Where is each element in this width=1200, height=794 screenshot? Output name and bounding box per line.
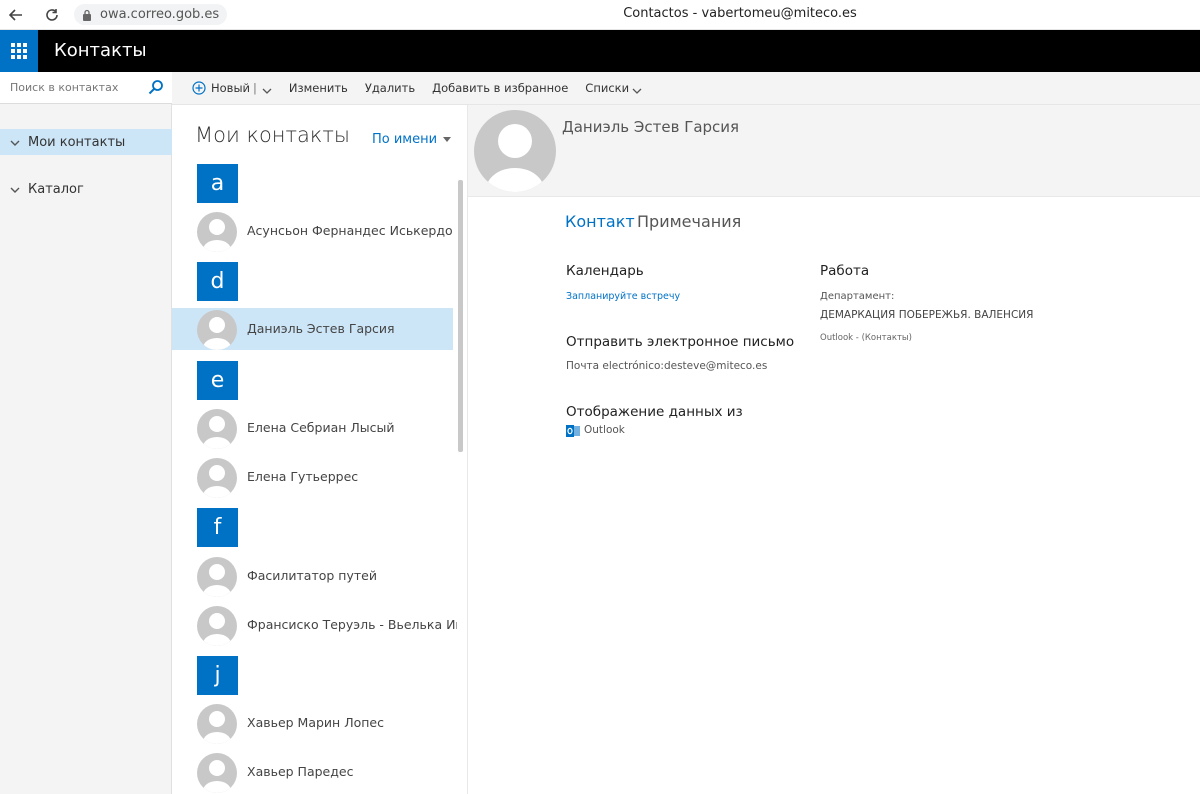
contact-name: Хавьер Марин Лопес <box>247 715 384 730</box>
contact-name: Фасилитатор путей <box>247 568 377 583</box>
letter-header-d[interactable]: d <box>197 262 238 301</box>
new-button-label: Новый <box>211 81 251 95</box>
source-note: Outlook - (Контакты) <box>820 333 912 343</box>
contact-name: Асунсьон Фернандес Иськердо <box>247 223 453 238</box>
sidebar: Мои контакты Каталог <box>0 72 172 794</box>
avatar <box>197 458 237 498</box>
app-title: Контакты <box>54 40 147 61</box>
add-to-favorites-button[interactable]: Добавить в избранное <box>432 81 568 95</box>
waffle-icon <box>11 43 27 59</box>
contact-name: Елена Гутьеррес <box>247 469 359 484</box>
avatar <box>197 753 237 793</box>
search-icon[interactable] <box>148 79 164 95</box>
sidebar-item-directory[interactable]: Каталог <box>0 176 172 202</box>
tab-contact[interactable]: Контакт <box>565 212 635 231</box>
letter-header-f[interactable]: f <box>197 508 238 547</box>
sidebar-item-my-contacts[interactable]: Мои контакты <box>0 129 172 155</box>
contact-name: Елена Себриан Лысый <box>247 420 395 435</box>
new-button[interactable]: Новый | <box>192 81 272 95</box>
contact-name: Хавьер Паредес <box>247 764 354 779</box>
edit-button[interactable]: Изменить <box>289 81 348 95</box>
tab-notes[interactable]: Примечания <box>637 212 741 231</box>
contact-row[interactable]: Фасилитатор путей <box>172 555 453 597</box>
search-input[interactable] <box>0 72 145 103</box>
avatar <box>197 310 237 350</box>
chevron-down-icon <box>10 137 20 147</box>
calendar-heading: Календарь <box>566 263 644 279</box>
avatar <box>197 409 237 449</box>
source-value: Outlook <box>584 424 625 436</box>
avatar <box>197 557 237 597</box>
contact-row[interactable]: Асунсьон Фернандес Иськердо <box>172 210 453 252</box>
letter-header-a[interactable]: a <box>197 164 238 203</box>
contact-name: Франсиско Теруэль - Вьелька Инже <box>247 617 457 632</box>
sidebar-item-label: Мои контакты <box>28 134 126 150</box>
schedule-meeting-link[interactable]: Запланируйте встречу <box>566 291 680 302</box>
chevron-down-icon <box>10 184 20 194</box>
list-scrollbar[interactable] <box>458 180 463 452</box>
avatar <box>197 704 237 744</box>
contact-row-selected[interactable]: Даниэль Эстев Гарсия <box>172 308 453 350</box>
contact-avatar-large <box>474 110 556 192</box>
department-value: ДЕМАРКАЦИЯ ПОБЕРЕЖЬЯ. ВАЛЕНСИЯ <box>820 309 1034 321</box>
app-bar: Контакты <box>0 30 1200 72</box>
favorites-button-label: Добавить в избранное <box>432 81 569 95</box>
department-label: Департамент: <box>820 291 895 302</box>
email-heading: Отправить электронное письмо <box>566 334 795 350</box>
contact-display-name: Даниэль Эстев Гарсия <box>562 118 740 136</box>
lists-button-label: Списки <box>585 81 630 95</box>
plus-circle-icon <box>192 81 206 95</box>
contact-list-pane: Мои контакты По имени a Асунсьон Фернанд… <box>172 105 468 794</box>
search-box <box>0 72 172 104</box>
source-heading: Отображение данных из <box>566 404 743 420</box>
contact-row[interactable]: Хавьер Паредес <box>172 751 453 793</box>
sort-label: По имени <box>372 132 438 147</box>
chevron-down-icon <box>632 84 642 94</box>
delete-button[interactable]: Удалить <box>365 81 415 95</box>
work-heading: Работа <box>820 263 870 279</box>
lists-button[interactable]: Списки <box>585 81 642 95</box>
contact-row[interactable]: Хавьер Марин Лопес <box>172 702 453 744</box>
email-value[interactable]: Почта electrónico:desteve@miteco.es <box>566 360 767 372</box>
contact-name: Даниэль Эстев Гарсия <box>247 321 395 336</box>
avatar <box>197 212 237 252</box>
chevron-down-icon[interactable] <box>262 84 272 94</box>
contact-row[interactable]: Елена Гутьеррес <box>172 456 453 498</box>
list-title: Мои контакты <box>195 123 350 147</box>
sidebar-item-label: Каталог <box>28 181 84 197</box>
outlook-icon <box>566 423 580 437</box>
app-launcher-button[interactable] <box>0 30 38 72</box>
contact-row[interactable]: Франсиско Теруэль - Вьелька Инже <box>172 604 457 646</box>
edit-button-label: Изменить <box>288 81 348 95</box>
letter-header-j[interactable]: j <box>197 656 238 695</box>
toolbar-separator: | <box>253 81 257 95</box>
caret-down-icon <box>443 137 452 142</box>
contact-row[interactable]: Елена Себриан Лысый <box>172 407 453 449</box>
letter-header-e[interactable]: e <box>197 361 238 400</box>
avatar <box>197 606 237 646</box>
command-toolbar: Новый | Изменить Удалить Добавить в избр… <box>172 72 1200 105</box>
window-title: Contactos - vabertomeu@miteco.es <box>623 6 857 21</box>
sort-dropdown[interactable]: По имени <box>372 132 452 147</box>
delete-button-label: Удалить <box>364 81 416 95</box>
browser-bar: owa.correo.gob.es Contactos - vabertomeu… <box>0 0 1200 30</box>
